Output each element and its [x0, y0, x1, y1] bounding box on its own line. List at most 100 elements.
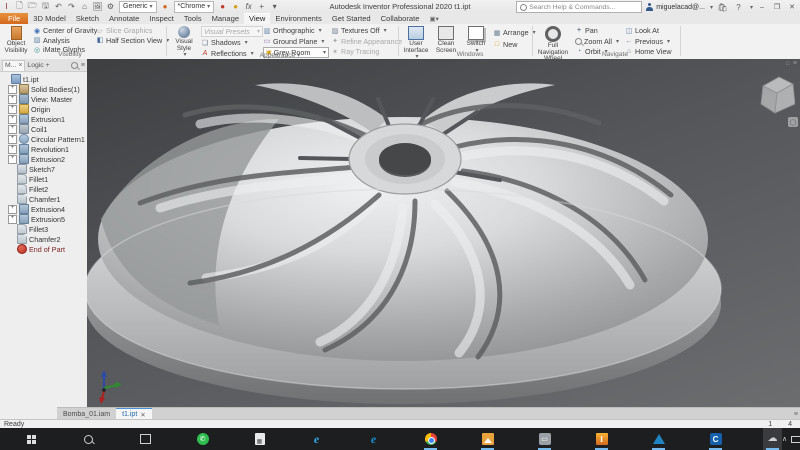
- object-visibility-button[interactable]: Object Visibility: [2, 25, 30, 51]
- expander-icon[interactable]: +: [8, 115, 17, 124]
- impeller-3d-model[interactable]: [87, 59, 800, 407]
- half-section-view-button[interactable]: ◧Half Section View▾: [96, 36, 169, 46]
- tab-3d-model[interactable]: 3D Model: [28, 13, 71, 24]
- cura-button[interactable]: C: [706, 428, 725, 450]
- expander-icon[interactable]: +: [8, 95, 17, 104]
- chevron-down-icon[interactable]: ▾: [750, 4, 753, 11]
- favorite-color-icon[interactable]: ●: [217, 1, 228, 12]
- tab-inspect[interactable]: Inspect: [144, 13, 178, 24]
- close-icon[interactable]: ×: [18, 62, 22, 69]
- tree-item-extrusion4[interactable]: +Extrusion4: [0, 204, 87, 214]
- tab-sketch[interactable]: Sketch: [71, 13, 104, 24]
- redo-icon[interactable]: ↷: [66, 1, 77, 12]
- browser-search-icon[interactable]: [71, 62, 78, 69]
- search-input[interactable]: Search Help & Commands...: [516, 1, 642, 13]
- zoom-all-button[interactable]: Zoom All▾: [575, 37, 619, 47]
- tree-item-solid-bodies[interactable]: +Solid Bodies(1): [0, 84, 87, 94]
- material-dropdown[interactable]: Generic▾: [119, 1, 157, 13]
- expander-icon[interactable]: +: [8, 125, 17, 134]
- tab-file[interactable]: File: [0, 13, 28, 24]
- analysis-button[interactable]: ▨Analysis: [33, 36, 97, 46]
- browser-tab-model[interactable]: M...×: [2, 60, 25, 71]
- open-file-icon[interactable]: 🗁: [27, 1, 38, 12]
- tree-item-extrusion5[interactable]: +Extrusion5: [0, 214, 87, 224]
- task-view-button[interactable]: [136, 428, 155, 450]
- ground-plane-button[interactable]: ▭Ground Plane▾: [263, 37, 329, 47]
- expander-icon[interactable]: +: [8, 85, 17, 94]
- app-store-basket-icon[interactable]: 🛍: [717, 2, 728, 13]
- add-command-icon[interactable]: +: [256, 1, 267, 12]
- shadows-button[interactable]: ❏Shadows▾: [201, 38, 263, 48]
- pan-button[interactable]: +Pan: [575, 26, 619, 36]
- tree-item-fillet2[interactable]: Fillet2: [0, 184, 87, 194]
- internet-explorer-button[interactable]: e: [307, 428, 326, 450]
- tab-get-started[interactable]: Get Started: [327, 13, 376, 24]
- tree-item-coil1[interactable]: +Coil1: [0, 124, 87, 134]
- expander-icon[interactable]: +: [8, 215, 17, 224]
- tab-environments[interactable]: Environments: [270, 13, 326, 24]
- expander-icon[interactable]: +: [8, 145, 17, 154]
- tray-expand-icon[interactable]: ∧: [782, 435, 787, 443]
- edge-button[interactable]: e: [364, 428, 383, 450]
- tab-list-menu-icon[interactable]: ≡: [794, 411, 798, 418]
- close-icon[interactable]: ✕: [140, 411, 145, 419]
- parameters-fx-button[interactable]: fx: [243, 1, 254, 12]
- expander-icon[interactable]: +: [8, 205, 17, 214]
- tree-item-view-master[interactable]: +View: Master: [0, 94, 87, 104]
- tree-item-end-of-part[interactable]: End of Part: [0, 244, 87, 254]
- browser-menu-icon[interactable]: ≡: [81, 62, 85, 69]
- tree-item-chamfer2[interactable]: Chamfer2: [0, 234, 87, 244]
- new-window-button[interactable]: □New: [493, 40, 536, 50]
- inventor-taskbar-button[interactable]: I: [592, 428, 611, 450]
- appearance-dropdown[interactable]: *Chrome▾: [174, 1, 215, 13]
- autodesk-app-button[interactable]: [649, 428, 668, 450]
- return-icon[interactable]: 🖼: [92, 1, 103, 12]
- tab-collaborate[interactable]: Collaborate: [376, 13, 425, 24]
- taskbar-search-button[interactable]: [79, 428, 98, 450]
- browser-tab-logic[interactable]: Logic: [27, 62, 43, 69]
- tree-item-origin[interactable]: +Origin: [0, 104, 87, 114]
- undo-icon[interactable]: ↶: [53, 1, 64, 12]
- restore-button[interactable]: ❐: [771, 2, 783, 13]
- photos-button[interactable]: [478, 428, 497, 450]
- onedrive-button[interactable]: ☁: [763, 428, 782, 450]
- tree-item-part[interactable]: t1.ipt: [0, 74, 87, 84]
- expander-icon[interactable]: +: [8, 135, 17, 144]
- appearance-group-label[interactable]: Appearance ▾: [220, 51, 340, 59]
- orthographic-button[interactable]: ▥Orthographic▾: [263, 26, 329, 36]
- tree-item-extrusion2[interactable]: +Extrusion2: [0, 154, 87, 164]
- expander-icon[interactable]: +: [8, 155, 17, 164]
- home-icon[interactable]: ⌂: [79, 1, 90, 12]
- center-of-gravity-button[interactable]: ◉Center of Gravity: [33, 26, 97, 36]
- whatsapp-button[interactable]: ✆: [193, 428, 212, 450]
- tree-item-fillet1[interactable]: Fillet1: [0, 174, 87, 184]
- signed-in-user[interactable]: miguelacad@...: [656, 4, 705, 11]
- tree-item-extrusion1[interactable]: +Extrusion1: [0, 114, 87, 124]
- switch-windows-button[interactable]: Switch ▾: [462, 25, 490, 51]
- battery-icon[interactable]: [791, 436, 800, 443]
- tree-item-circular-pattern1[interactable]: +Circular Pattern1: [0, 134, 87, 144]
- help-icon[interactable]: ?: [733, 2, 744, 13]
- chrome-button[interactable]: [421, 428, 440, 450]
- messaging-button[interactable]: ▭: [535, 428, 554, 450]
- tree-item-fillet3[interactable]: Fillet3: [0, 224, 87, 234]
- visual-style-button[interactable]: Visual Style ▾: [170, 25, 198, 51]
- full-navigation-wheel-button[interactable]: Full Navigation Wheel: [536, 25, 570, 51]
- close-button[interactable]: ✕: [786, 2, 798, 13]
- save-icon[interactable]: 🖫: [40, 1, 51, 12]
- clean-screen-button[interactable]: Clean Screen: [432, 25, 460, 51]
- start-button[interactable]: [22, 428, 41, 450]
- expander-icon[interactable]: +: [8, 105, 17, 114]
- tree-item-chamfer1[interactable]: Chamfer1: [0, 194, 87, 204]
- tab-view[interactable]: View: [244, 13, 270, 24]
- previous-view-button[interactable]: ←Previous▾: [625, 37, 672, 47]
- ribbon-display-options-icon[interactable]: ▣▾: [425, 13, 444, 24]
- customize-toolbar-icon[interactable]: ▾: [269, 1, 280, 12]
- iproperties-icon[interactable]: ⚙: [105, 1, 116, 12]
- navigation-bar-icon[interactable]: ◯: [788, 117, 798, 127]
- model-viewport[interactable]: ⌂ ≡: [87, 59, 800, 407]
- user-interface-button[interactable]: User Interface ▾: [402, 25, 430, 51]
- tab-tools[interactable]: Tools: [179, 13, 207, 24]
- arrange-button[interactable]: ▦Arrange▾: [493, 28, 536, 38]
- favorite-color-icon[interactable]: ●: [230, 1, 241, 12]
